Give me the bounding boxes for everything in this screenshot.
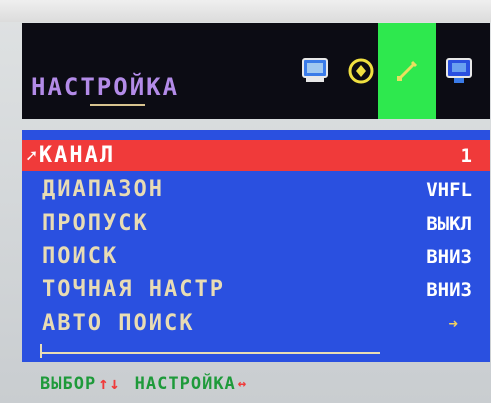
cursor-arrow-icon: ➚ (26, 146, 37, 167)
menu-body: ➚КАНАЛ 1 ДИАПАЗОН VHFL ПРОПУСК ВЫКЛ ПОИС… (22, 130, 490, 362)
progress-tick (40, 344, 42, 358)
menu-item-value: VHFL (426, 178, 472, 201)
menu-header: НАСТРОЙКА (22, 23, 490, 119)
tab-setup[interactable] (378, 23, 436, 119)
footer-adjust-label: НАСТРОЙКА (134, 374, 236, 394)
speaker-clock-icon (346, 56, 376, 86)
menu-item-value: ВЫКЛ (426, 212, 472, 235)
menu-item-value: ВНИЗ (426, 245, 472, 268)
menu-item-channel[interactable]: ➚КАНАЛ 1 (22, 140, 490, 171)
menu-item-band[interactable]: ДИАПАЗОН VHFL (22, 174, 490, 205)
title-underline (90, 104, 145, 106)
menu-item-label: ТОЧНАЯ НАСТР (42, 277, 225, 302)
menu-item-value: 1 (460, 144, 472, 167)
menu-item-label: ДИАПАЗОН (42, 177, 164, 202)
menu-item-label: ПОИСК (42, 244, 119, 269)
menu-item-label-wrap: ➚КАНАЛ (26, 143, 115, 168)
search-progress-bar (40, 352, 380, 354)
tools-icon (392, 56, 422, 86)
monitor-icon (300, 56, 330, 86)
arrow-right-icon: ➜ (448, 314, 458, 333)
menu-item-skip[interactable]: ПРОПУСК ВЫКЛ (22, 208, 490, 239)
menu-item-value: ВНИЗ (426, 278, 472, 301)
menu-item-label: АВТО ПОИСК (42, 311, 195, 336)
left-right-arrows-icon: ↔ (237, 376, 248, 392)
footer-help: ВЫБОР ↑↓ НАСТРОЙКА ↔ (40, 368, 491, 400)
menu-item-fine-tune[interactable]: ТОЧНАЯ НАСТР ВНИЗ (22, 274, 490, 305)
bezel (0, 0, 491, 22)
tv-screen: НАСТРОЙКА ➚КАНАЛ 1 ДИАПАЗОН VHFL ПРОПУСК… (0, 0, 491, 403)
footer-select-label: ВЫБОР (40, 374, 97, 394)
screen-settings-icon (444, 56, 474, 86)
menu-item-search[interactable]: ПОИСК ВНИЗ (22, 241, 490, 272)
up-down-arrows-icon: ↑↓ (98, 374, 121, 394)
tab-features[interactable] (430, 23, 488, 119)
menu-item-label: ПРОПУСК (42, 211, 149, 236)
menu-title: НАСТРОЙКА (31, 73, 180, 101)
menu-item-auto-search[interactable]: АВТО ПОИСК ➜ (22, 308, 490, 339)
menu-item-label: КАНАЛ (38, 143, 116, 168)
